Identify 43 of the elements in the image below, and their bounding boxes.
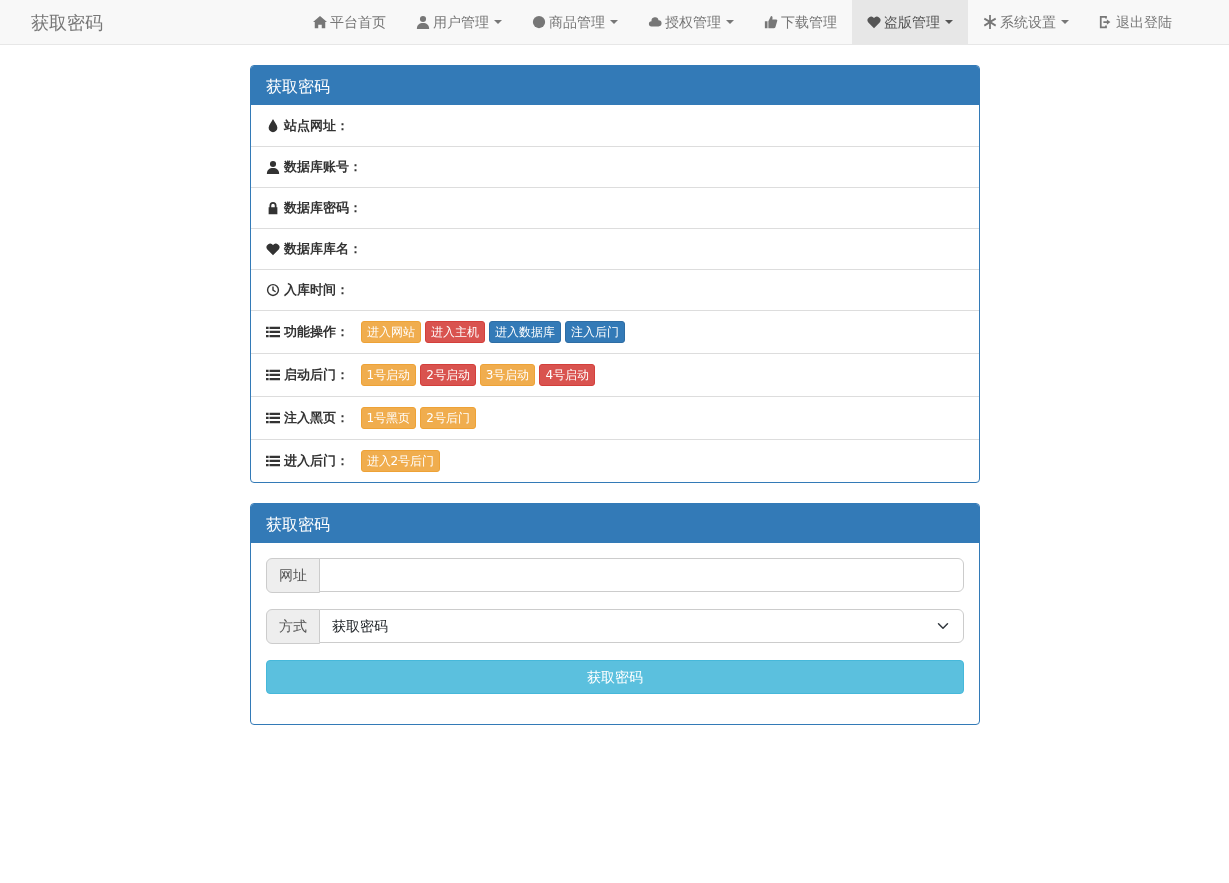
brand-title[interactable]: 获取密码	[0, 0, 103, 44]
panel-title: 获取密码	[250, 504, 979, 543]
nav-link[interactable]: 盗版管理	[852, 0, 968, 44]
cloud-icon	[648, 15, 662, 29]
nav-link[interactable]: 授权管理	[633, 0, 749, 44]
method-select[interactable]: 获取密码	[318, 609, 964, 643]
nav-link[interactable]: 用户管理	[401, 0, 517, 44]
list-icon	[265, 411, 280, 425]
action-button[interactable]: 注入后门	[564, 321, 625, 343]
panel-title: 获取密码	[250, 66, 979, 105]
action-button[interactable]: 2号启动	[420, 364, 476, 386]
list-icon	[265, 325, 280, 339]
field-label: 功能操作：	[283, 323, 349, 342]
field-label: 进入后门：	[283, 452, 349, 471]
asterisk-icon	[983, 15, 997, 29]
nav-link[interactable]: 平台首页	[298, 0, 401, 44]
list-icon	[265, 368, 280, 382]
field-label: 入库时间：	[283, 281, 349, 300]
field-label: 数据库库名：	[283, 240, 362, 259]
thumbs-up-icon	[764, 15, 778, 29]
field-label: 数据库账号：	[283, 158, 362, 177]
nav-link[interactable]: 退出登陆	[1084, 0, 1187, 44]
field-label: 启动后门：	[283, 366, 349, 385]
field-label: 数据库密码：	[283, 199, 362, 218]
user-icon	[265, 160, 280, 174]
url-input[interactable]	[318, 558, 964, 592]
field-label: 站点网址：	[283, 116, 349, 135]
clock-icon	[265, 283, 280, 297]
field-label: 注入黑页：	[283, 409, 349, 428]
user-icon	[416, 15, 430, 29]
nav-link[interactable]: 下载管理	[749, 0, 852, 44]
list-icon	[265, 454, 280, 468]
action-button[interactable]: 进入数据库	[488, 321, 561, 343]
action-button[interactable]: 4号启动	[539, 364, 596, 386]
nav-link[interactable]: 系统设置	[968, 0, 1084, 44]
method-label: 方式	[265, 609, 320, 644]
nav-link[interactable]: 商品管理	[517, 0, 633, 44]
url-label: 网址	[265, 558, 320, 593]
heart-icon	[265, 242, 280, 256]
heart-icon	[867, 15, 881, 29]
logout-icon	[1099, 15, 1113, 29]
home-icon	[313, 15, 327, 29]
action-button[interactable]: 进入主机	[424, 321, 485, 343]
